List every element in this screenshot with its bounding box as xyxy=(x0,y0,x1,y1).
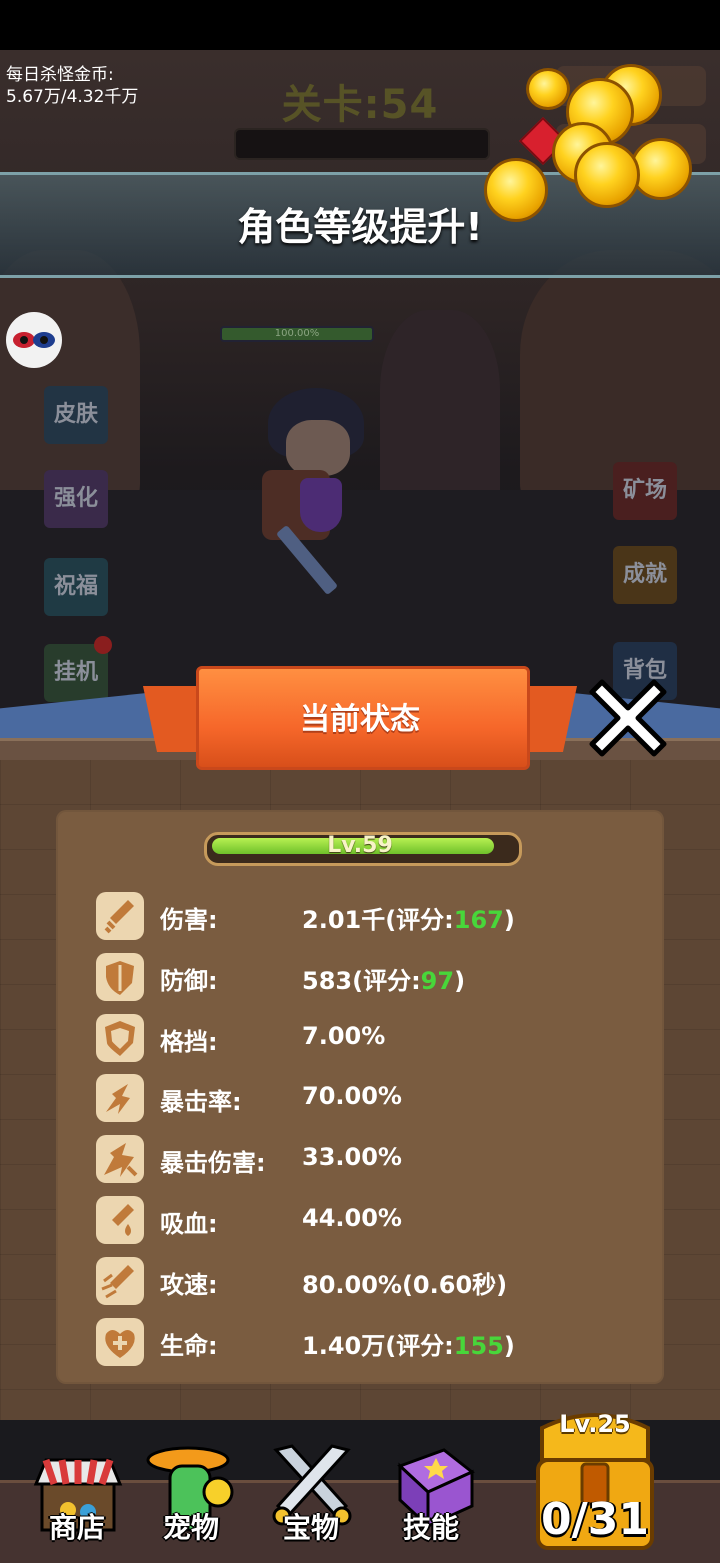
stat-value-text: 1.40万(评分: xyxy=(302,1332,454,1360)
stat-row: 防御: 583(评分:97) xyxy=(96,953,616,1001)
stat-label: 暴击伤害: xyxy=(160,1149,266,1177)
stat-value-text: 33.00% xyxy=(302,1143,402,1171)
stat-value-suffix: ) xyxy=(454,967,466,995)
side-button-label: 皮肤 xyxy=(53,402,98,427)
side-button-achievement[interactable]: 成就 xyxy=(613,546,677,604)
nav-label: 商店 xyxy=(48,1511,105,1544)
side-button-label: 强化 xyxy=(53,486,98,511)
nav-label: 宝物 xyxy=(282,1511,339,1544)
notification-dot xyxy=(94,636,112,654)
coin-icon xyxy=(574,142,640,208)
chest-level: Lv.25 xyxy=(559,1410,631,1438)
stat-value: 80.00%(0.60秒) xyxy=(302,1265,507,1300)
hero-hp-text: 100.00% xyxy=(274,328,320,339)
stat-label: 攻速: xyxy=(160,1271,218,1299)
side-button-enhance[interactable]: 强化 xyxy=(44,470,108,528)
stat-value: 44.00% xyxy=(302,1204,402,1232)
mask-icon[interactable] xyxy=(6,312,62,368)
stat-value: 33.00% xyxy=(302,1143,402,1171)
stat-row: 暴击伤害: 33.00% xyxy=(96,1135,616,1183)
stat-value-text: 70.00% xyxy=(302,1082,402,1110)
block-shield-icon xyxy=(96,1014,144,1062)
stage-progress-bar xyxy=(234,128,490,160)
crit-damage-icon xyxy=(96,1135,144,1183)
stat-label: 吸血: xyxy=(160,1210,218,1238)
hero-hp-bar: 100.00% xyxy=(220,326,374,342)
side-button-label: 挂机 xyxy=(53,660,98,685)
side-button-label: 祝福 xyxy=(53,574,98,599)
side-button-skin[interactable]: 皮肤 xyxy=(44,386,108,444)
shield-icon xyxy=(96,953,144,1001)
side-button-label: 成就 xyxy=(622,562,667,587)
nav-treasure[interactable]: 宝物 xyxy=(256,1410,366,1560)
close-icon xyxy=(589,679,667,757)
hero-face xyxy=(286,420,350,476)
stat-value-text: 2.01千(评分: xyxy=(302,906,454,934)
stat-value-text: 80.00%(0.60秒) xyxy=(302,1271,508,1299)
coin-icon xyxy=(526,68,570,110)
attack-speed-icon xyxy=(96,1257,144,1305)
stat-value: 1.40万(评分:155) xyxy=(302,1326,515,1361)
nav-label: 宠物 xyxy=(162,1511,219,1544)
stat-value: 2.01千(评分:167) xyxy=(302,900,515,935)
stat-label: 防御: xyxy=(160,967,218,995)
stat-label: 生命: xyxy=(160,1332,218,1360)
side-button-blessing[interactable]: 祝福 xyxy=(44,558,108,616)
panel-title: 当前状态 xyxy=(300,702,420,737)
side-button-mine[interactable]: 矿场 xyxy=(613,462,677,520)
stat-row: 生命: 1.40万(评分:155) xyxy=(96,1318,616,1366)
lifesteal-icon xyxy=(96,1196,144,1244)
stat-score: 97 xyxy=(420,967,455,995)
stat-value: 7.00% xyxy=(302,1022,385,1050)
nav-skill[interactable]: 技能 xyxy=(376,1410,486,1560)
mask-glyph xyxy=(13,332,55,348)
nav-shop[interactable]: 商店 xyxy=(22,1410,132,1560)
stat-value-text: 44.00% xyxy=(302,1204,402,1232)
nav-label: 技能 xyxy=(402,1511,459,1544)
stat-score: 167 xyxy=(453,906,504,934)
close-button[interactable] xyxy=(586,674,670,758)
stat-score: 155 xyxy=(453,1332,504,1360)
stat-value-text: 7.00% xyxy=(302,1022,386,1050)
stat-label: 暴击率: xyxy=(160,1088,242,1116)
stat-row: 伤害: 2.01千(评分:167) xyxy=(96,892,616,940)
health-icon xyxy=(96,1318,144,1366)
sword-icon xyxy=(96,892,144,940)
rock-mid xyxy=(380,310,500,510)
coin-icon xyxy=(484,158,548,222)
status-bar xyxy=(0,0,720,50)
stat-row: 暴击率: 70.00% xyxy=(96,1074,616,1122)
stat-label: 格挡: xyxy=(160,1028,218,1056)
stat-value-suffix: ) xyxy=(503,906,515,934)
stat-value-text: 583(评分: xyxy=(302,967,421,995)
stat-label: 伤害: xyxy=(160,906,218,934)
side-button-label: 矿场 xyxy=(622,478,667,503)
crit-rate-icon xyxy=(96,1074,144,1122)
hero-shield xyxy=(300,478,342,532)
stat-row: 攻速: 80.00%(0.60秒) xyxy=(96,1257,616,1305)
character-level-text: Lv.59 xyxy=(327,833,393,858)
chest-count: 0/31 xyxy=(541,1494,649,1545)
stat-value: 70.00% xyxy=(302,1082,402,1110)
stat-row: 格挡: 7.00% xyxy=(96,1014,616,1062)
stat-value-suffix: ) xyxy=(503,1332,515,1360)
stat-value: 583(评分:97) xyxy=(302,961,465,996)
nav-pet[interactable]: 宠物 xyxy=(136,1410,246,1560)
stat-row: 吸血: 44.00% xyxy=(96,1196,616,1244)
